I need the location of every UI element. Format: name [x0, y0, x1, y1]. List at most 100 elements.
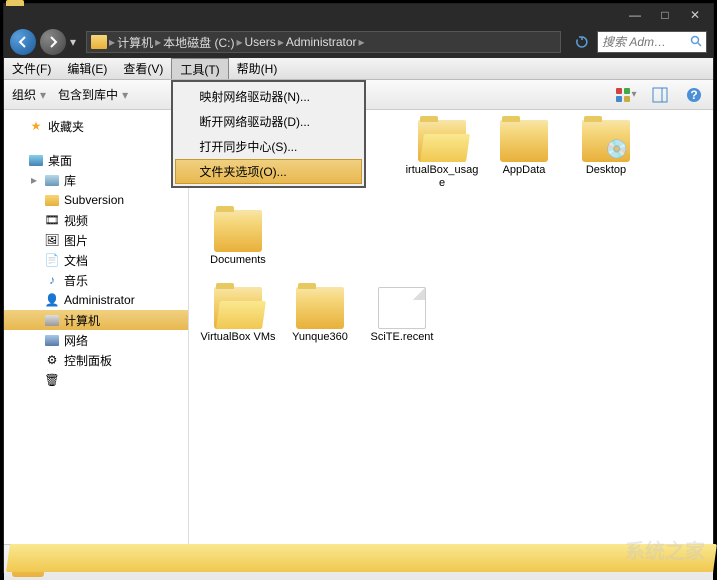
star-icon: ★	[28, 118, 44, 134]
recycle-icon: 🗑	[44, 372, 60, 388]
tree-network[interactable]: 网络	[4, 330, 188, 350]
organize-button[interactable]: 组织▾	[12, 86, 46, 103]
file-item[interactable]: VirtualBox VMs	[199, 287, 277, 344]
tree-computer[interactable]: 计算机	[4, 310, 188, 330]
tree-desktop[interactable]: 桌面	[4, 150, 188, 170]
tools-dropdown: 映射网络驱动器(N)... 断开网络驱动器(D)... 打开同步中心(S)...…	[171, 80, 366, 188]
refresh-button[interactable]	[571, 31, 593, 53]
breadcrumb-item[interactable]: 计算机	[117, 34, 153, 51]
menu-tools-label: 工具(T)	[180, 61, 219, 78]
document-icon: 📄	[44, 252, 60, 268]
breadcrumb[interactable]: ▸ 计算机 ▸ 本地磁盘 (C:) ▸ Users ▸ Administrato…	[86, 31, 561, 53]
tree-label: 网络	[64, 332, 88, 349]
tree-label: 库	[64, 172, 76, 189]
folder-icon	[214, 287, 262, 329]
preview-pane-button[interactable]	[649, 84, 671, 106]
computer-icon	[45, 315, 59, 326]
explorer-window: — □ ✕ ▾ ▸ 计算机 ▸ 本地磁盘 (C:) ▸ Users ▸ Admi…	[3, 3, 714, 573]
breadcrumb-item[interactable]: 本地磁盘 (C:)	[163, 34, 234, 51]
menu-help[interactable]: 帮助(H)	[229, 58, 286, 79]
help-button[interactable]: ?	[683, 84, 705, 106]
folder-icon	[296, 287, 344, 329]
user-icon: 👤	[44, 292, 60, 308]
file-label: SciTE.recent	[371, 331, 434, 344]
file-item[interactable]: AppData	[485, 120, 563, 200]
navbar: ▾ ▸ 计算机 ▸ 本地磁盘 (C:) ▸ Users ▸ Administra…	[4, 26, 713, 58]
folder-icon	[418, 120, 466, 162]
control-panel-icon: ⚙	[44, 352, 60, 368]
file-icon	[378, 287, 426, 329]
close-button[interactable]: ✕	[681, 6, 709, 24]
folder-icon	[45, 195, 59, 206]
sidebar: ★ 收藏夹 桌面 ▸ 库 Subversion 🎞 视频 🖼	[4, 110, 189, 544]
tree-documents[interactable]: 📄 文档	[4, 250, 188, 270]
file-label: AppData	[503, 164, 546, 177]
tree-label: 视频	[64, 212, 88, 229]
file-item[interactable]: Yunque360	[281, 287, 359, 344]
tree-recycle[interactable]: 🗑	[4, 370, 188, 390]
tree-label: 控制面板	[64, 352, 112, 369]
minimize-button[interactable]: —	[621, 6, 649, 24]
tree-label: 图片	[64, 232, 88, 249]
statusbar: 9 个对象	[4, 544, 713, 580]
breadcrumb-item[interactable]: Users	[244, 35, 275, 49]
tree-subversion[interactable]: Subversion	[4, 190, 188, 210]
svg-text:?: ?	[690, 88, 697, 102]
search-box[interactable]	[597, 31, 707, 53]
search-icon[interactable]	[690, 35, 702, 50]
video-icon: 🎞	[44, 212, 60, 228]
desktop-icon	[29, 155, 43, 166]
tree-music[interactable]: ♪ 音乐	[4, 270, 188, 290]
tree-label: 桌面	[48, 152, 72, 169]
menu-view[interactable]: 查看(V)	[115, 58, 171, 79]
library-icon	[45, 175, 59, 186]
tree-label: 收藏夹	[48, 118, 84, 135]
tree-administrator[interactable]: 👤 Administrator	[4, 290, 188, 310]
cd-overlay-icon: 💿	[606, 139, 628, 160]
file-item[interactable]: SciTE.recent	[363, 287, 441, 344]
menu-edit[interactable]: 编辑(E)	[59, 58, 115, 79]
maximize-button[interactable]: □	[651, 6, 679, 24]
file-label: Documents	[210, 254, 266, 267]
file-item[interactable]: 💿 Desktop	[567, 120, 645, 200]
folder-icon	[91, 35, 107, 49]
include-library-button[interactable]: 包含到库中▾	[58, 86, 128, 103]
tree-videos[interactable]: 🎞 视频	[4, 210, 188, 230]
tree-favorites[interactable]: ★ 收藏夹	[4, 116, 188, 136]
menubar: 文件(F) 编辑(E) 查看(V) 工具(T) 映射网络驱动器(N)... 断开…	[4, 58, 713, 80]
menu-disconnect-drive[interactable]: 断开网络驱动器(D)...	[175, 109, 362, 134]
menu-map-network-drive[interactable]: 映射网络驱动器(N)...	[175, 84, 362, 109]
menu-sync-center[interactable]: 打开同步中心(S)...	[175, 134, 362, 159]
folder-icon	[12, 549, 44, 577]
back-button[interactable]	[10, 29, 36, 55]
network-icon	[45, 335, 59, 346]
file-label: irtualBox_usage	[403, 164, 481, 190]
folder-icon: 💿	[582, 120, 630, 162]
file-item[interactable]: Documents	[199, 210, 277, 267]
file-item[interactable]: irtualBox_usage	[403, 120, 481, 200]
tree-label: Subversion	[64, 193, 124, 207]
forward-button[interactable]	[40, 29, 66, 55]
file-label: VirtualBox VMs	[201, 331, 276, 344]
tree-label: 文档	[64, 252, 88, 269]
breadcrumb-item[interactable]: Administrator	[286, 35, 357, 49]
menu-file[interactable]: 文件(F)	[4, 58, 59, 79]
folder-icon	[214, 210, 262, 252]
history-dropdown-icon[interactable]: ▾	[70, 35, 76, 49]
tree-label: 音乐	[64, 272, 88, 289]
picture-icon: 🖼	[44, 232, 60, 248]
tree-label: 计算机	[64, 312, 100, 329]
menu-folder-options[interactable]: 文件夹选项(O)...	[175, 159, 362, 184]
menu-tools[interactable]: 工具(T) 映射网络驱动器(N)... 断开网络驱动器(D)... 打开同步中心…	[171, 58, 228, 79]
tree-libraries[interactable]: ▸ 库	[4, 170, 188, 190]
file-label: Desktop	[586, 164, 626, 177]
file-label: Yunque360	[292, 331, 348, 344]
folder-icon	[500, 120, 548, 162]
tree-pictures[interactable]: 🖼 图片	[4, 230, 188, 250]
titlebar: — □ ✕	[4, 4, 713, 26]
view-mode-button[interactable]: ▾	[615, 84, 637, 106]
search-input[interactable]	[602, 35, 690, 49]
tree-control-panel[interactable]: ⚙ 控制面板	[4, 350, 188, 370]
music-icon: ♪	[44, 272, 60, 288]
tree-label: Administrator	[64, 293, 135, 307]
